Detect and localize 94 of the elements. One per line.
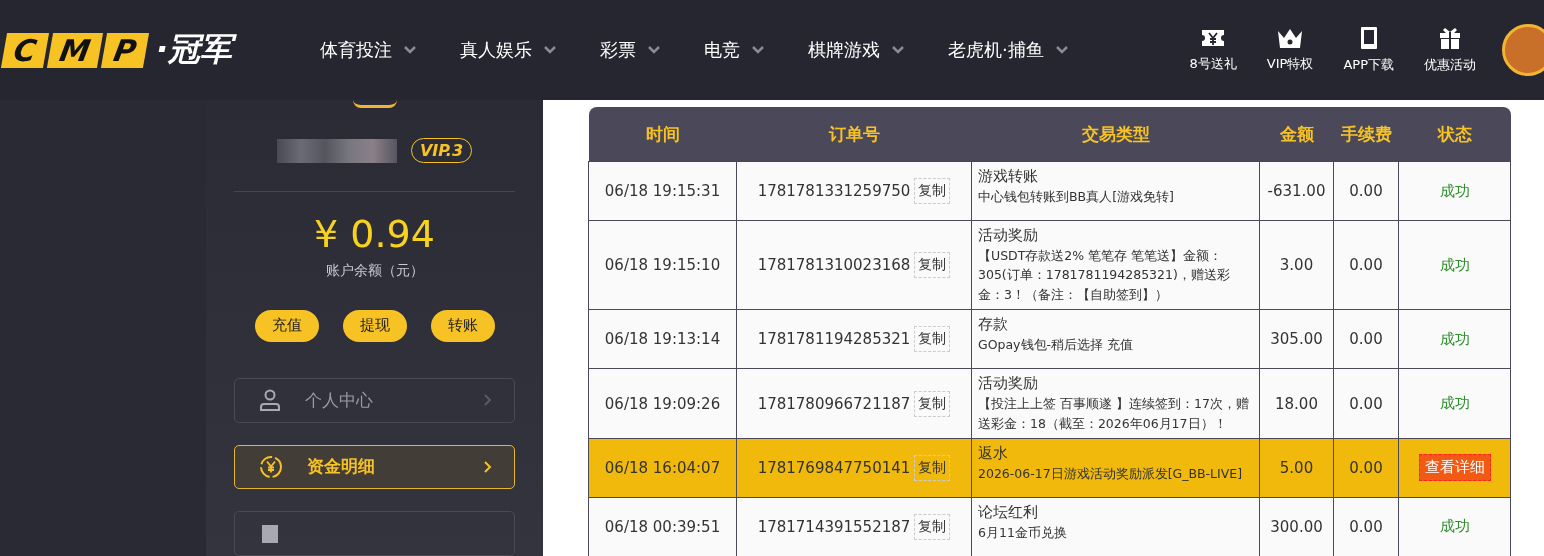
status-text: 成功 xyxy=(1439,394,1470,412)
yen-coin-icon xyxy=(259,455,283,479)
quick-link[interactable]: APP下载 xyxy=(1343,26,1394,74)
amount-cell: -631.00 xyxy=(1259,161,1334,221)
column-header: 时间 xyxy=(588,107,737,162)
order-number: 1781769847750141 xyxy=(757,458,911,477)
order-number: 1781781331259750 xyxy=(757,182,911,200)
status-text: 成功 xyxy=(1439,255,1470,274)
tablet-icon xyxy=(1358,26,1379,50)
table-row[interactable]: 06/18 16:04:07 1781769847750141 复制 返水 2026-06-17日游戏活动奖励派发[G_BB-LIVE] 5.00 0.00 查看详细 xyxy=(588,438,1511,498)
column-header: 金额 xyxy=(1259,107,1334,162)
fee-cell: 0.00 xyxy=(1333,438,1399,498)
document-icon xyxy=(259,522,281,545)
nav-menu-item[interactable]: 体育投注 xyxy=(320,38,416,62)
nav-menu-item[interactable]: 电竞 xyxy=(704,38,764,62)
balance-label: 账户余额（元） xyxy=(325,262,424,280)
copy-button[interactable]: 复制 xyxy=(914,326,951,353)
time-cell: 06/18 19:15:31 xyxy=(588,161,737,221)
yen-ticket-icon xyxy=(1201,27,1226,49)
sidebar-menu-item[interactable]: 个人中心 xyxy=(234,378,515,423)
transaction-type: 返水 xyxy=(978,443,1009,463)
status-text: 成功 xyxy=(1439,181,1470,200)
transaction-detail: 中心钱包转账到BB真人[游戏免转] xyxy=(978,188,1175,206)
table-row[interactable]: 06/18 19:13:14 1781781194285321 复制 存款 GOpay钱包-稍后选择 充值 305.00 0.00 成功 xyxy=(588,309,1511,369)
column-header: 订单号 xyxy=(736,107,972,162)
chevron-down-icon xyxy=(404,46,416,54)
quick-link[interactable]: VIP特权 xyxy=(1266,27,1314,73)
order-number: 1781780966721187 xyxy=(757,394,911,413)
quick-link[interactable]: 优惠活动 xyxy=(1424,26,1476,74)
transaction-type: 论坛红利 xyxy=(978,502,1039,522)
nav-menu-item[interactable]: 彩票 xyxy=(600,38,660,62)
transaction-detail: GOpay钱包-稍后选择 充值 xyxy=(978,336,1134,355)
time-cell: 06/18 16:04:07 xyxy=(588,438,737,498)
avatar[interactable] xyxy=(1502,24,1544,76)
order-number: 1781781310023168 xyxy=(757,256,911,275)
person-icon xyxy=(259,389,281,412)
amount-cell: 5.00 xyxy=(1259,438,1334,498)
chevron-right-icon xyxy=(484,394,492,407)
action-button[interactable]: 提现 xyxy=(342,310,407,342)
chevron-down-icon xyxy=(752,46,764,54)
nav-menu-item[interactable]: 老虎机·捕鱼 xyxy=(948,38,1068,62)
transaction-type: 活动奖励 xyxy=(978,374,1039,394)
order-number: 1781781194285321 xyxy=(757,330,911,349)
copy-button[interactable]: 复制 xyxy=(914,454,951,481)
transaction-type: 游戏转账 xyxy=(978,167,1039,186)
time-cell: 06/18 19:13:14 xyxy=(588,309,737,369)
time-cell: 06/18 19:15:10 xyxy=(588,220,737,310)
action-button[interactable]: 转账 xyxy=(430,310,495,342)
column-header: 交易类型 xyxy=(971,107,1260,162)
table-row[interactable]: 06/18 19:15:31 1781781331259750 复制 游戏转账 中心钱包转账到BB真人[游戏免转] -631.00 0.00 成功 xyxy=(588,161,1511,221)
gift-icon xyxy=(1438,26,1462,50)
crown-icon xyxy=(1276,27,1305,49)
fee-cell: 0.00 xyxy=(1333,309,1399,369)
transaction-detail: 【投注上上签 百事顺遂 】连续签到：17次，赠送彩金：18（截至：2026年06月17日）！ xyxy=(978,395,1250,433)
chevron-right-icon xyxy=(484,461,492,473)
transaction-type: 存款 xyxy=(978,315,1009,335)
copy-button[interactable]: 复制 xyxy=(914,252,951,279)
fee-cell: 0.00 xyxy=(1333,220,1399,310)
chevron-down-icon xyxy=(892,46,904,54)
order-number: 1781714391552187 xyxy=(757,517,911,536)
transaction-detail: 2026-06-17日游戏活动奖励派发[G_BB-LIVE] xyxy=(978,464,1244,483)
table-row[interactable]: 06/18 19:15:10 1781781310023168 复制 活动奖励 【USDT存款送2% 笔笔存 笔笔送】金额：305(订单：1781781194285321)，赠送彩金：3！（备注：【自助签到】） 3.00 0.00 成功 xyxy=(588,220,1511,310)
copy-button[interactable]: 复制 xyxy=(914,390,951,417)
sidebar-menu-item[interactable] xyxy=(234,511,515,556)
logo-letter: C xyxy=(0,32,50,68)
copy-button[interactable]: 复制 xyxy=(914,178,951,204)
column-header: 手续费 xyxy=(1333,107,1399,162)
amount-cell: 305.00 xyxy=(1259,309,1334,369)
amount-cell: 18.00 xyxy=(1259,368,1334,439)
column-header: 状态 xyxy=(1398,107,1511,162)
balance-amount: ¥ 0.94 xyxy=(314,212,435,256)
transaction-detail: 【USDT存款送2% 笔笔存 笔笔送】金额：305(订单：1781781194285321)，赠送彩金：3！（备注：【自助签到】） xyxy=(978,247,1231,304)
transaction-type: 活动奖励 xyxy=(978,226,1039,245)
fee-cell: 0.00 xyxy=(1333,161,1399,221)
table-row[interactable]: 06/18 19:09:26 1781780966721187 复制 活动奖励 【投注上上签 百事顺遂 】连续签到：17次，赠送彩金：18（截至：2026年06月17日）！ 18.00 0.00 成功 xyxy=(588,368,1511,439)
logo-letter: P xyxy=(100,32,149,68)
chevron-down-icon xyxy=(544,46,556,54)
nav-menu-item[interactable]: 真人娱乐 xyxy=(460,38,556,62)
amount-cell: 3.00 xyxy=(1259,220,1334,310)
fee-cell: 0.00 xyxy=(1333,368,1399,439)
quick-link[interactable]: 8号送礼 xyxy=(1189,27,1237,73)
time-cell: 06/18 19:09:26 xyxy=(588,368,737,439)
transaction-detail: 6月11金币兑换 xyxy=(978,523,1068,542)
nav-menu-item[interactable]: 棋牌游戏 xyxy=(808,38,904,62)
copy-button[interactable]: 复制 xyxy=(914,513,951,540)
status-text: 成功 xyxy=(1439,517,1470,536)
status-text: 成功 xyxy=(1439,329,1470,348)
time-cell: 06/18 00:39:51 xyxy=(588,497,737,556)
chevron-down-icon xyxy=(1055,46,1068,54)
chevron-down-icon xyxy=(648,46,660,54)
logo-letter: M xyxy=(46,32,103,68)
table-row[interactable]: 06/18 00:39:51 1781714391552187 复制 论坛红利 6月11金币兑换 300.00 0.00 成功 xyxy=(588,497,1511,556)
action-button[interactable]: 充值 xyxy=(254,310,319,342)
sidebar-menu-item[interactable]: 资金明细 xyxy=(234,444,515,490)
